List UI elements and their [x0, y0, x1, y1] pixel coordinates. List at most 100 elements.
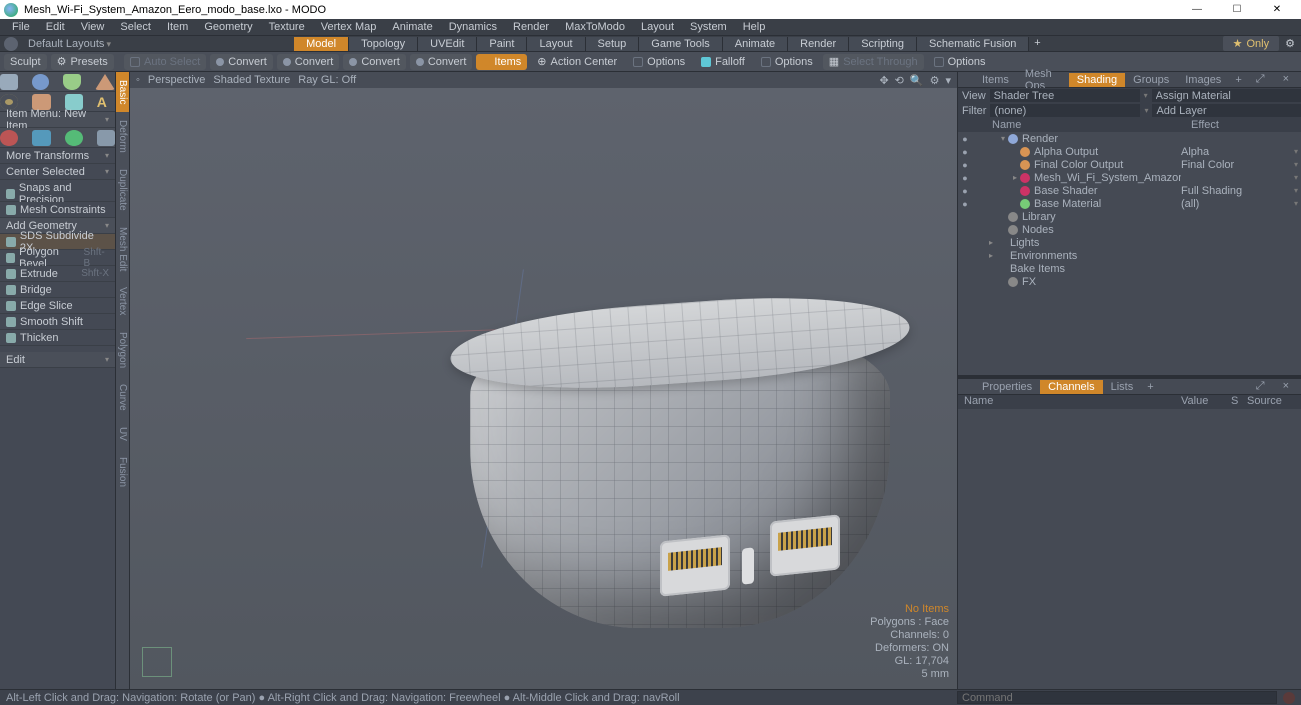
vtab-basic[interactable]: Basic	[116, 72, 129, 112]
add-layer[interactable]	[1152, 104, 1301, 117]
tree-row[interactable]: Bake Items	[958, 262, 1301, 275]
btab-lists[interactable]: Lists	[1103, 380, 1142, 394]
panel2-undock-icon[interactable]: ⤢	[1248, 379, 1273, 394]
tab-render[interactable]: Render	[788, 37, 849, 51]
tab-scripting[interactable]: Scripting	[849, 37, 917, 51]
vtab-fusion[interactable]: Fusion	[116, 449, 129, 495]
polygon-bevel[interactable]: Polygon BevelShft-B	[0, 250, 115, 266]
menu-edit[interactable]: Edit	[38, 21, 73, 33]
panel2-close-icon[interactable]: ×	[1275, 379, 1297, 394]
vp-raygl[interactable]: Ray GL: Off	[298, 74, 356, 86]
settings-gear-icon[interactable]: ⚙	[1285, 37, 1295, 50]
menu-layout[interactable]: Layout	[633, 21, 682, 33]
select-through[interactable]: ▦Select Through	[823, 54, 924, 70]
menu-render[interactable]: Render	[505, 21, 557, 33]
action-center[interactable]: ⊕Action Center	[531, 54, 623, 70]
sculpt-button[interactable]: Sculpt	[4, 54, 47, 70]
menu-item[interactable]: Item	[159, 21, 196, 33]
item-menu[interactable]: Item Menu: New Item▾	[0, 112, 115, 128]
rtab-items[interactable]: Items	[974, 73, 1017, 87]
menu-texture[interactable]: Texture	[261, 21, 313, 33]
menu-vertexmap[interactable]: Vertex Map	[313, 21, 385, 33]
falloff[interactable]: Falloff	[695, 54, 751, 70]
convert-2[interactable]: Convert	[277, 54, 340, 70]
edit-dropdown[interactable]: Edit▾	[0, 352, 115, 368]
default-layouts[interactable]: Default Layouts▾	[22, 38, 117, 50]
channels-body[interactable]	[958, 409, 1301, 689]
vp-zoom-icon[interactable]: 🔍	[910, 74, 924, 87]
mesh-constraints[interactable]: Mesh Constraints	[0, 202, 115, 218]
vp-gear-icon[interactable]: ⚙	[930, 74, 940, 87]
menu-view[interactable]: View	[73, 21, 113, 33]
rtab-shading[interactable]: Shading	[1069, 73, 1125, 87]
vtab-polygon[interactable]: Polygon	[116, 324, 129, 376]
vtab-duplicate[interactable]: Duplicate	[116, 161, 129, 219]
tool-icon-2[interactable]	[32, 130, 50, 146]
thicken[interactable]: Thicken	[0, 330, 115, 346]
tab-model[interactable]: Model	[294, 37, 349, 51]
menu-select[interactable]: Select	[112, 21, 159, 33]
convert-4[interactable]: Convert	[410, 54, 473, 70]
vp-perspective[interactable]: Perspective	[148, 74, 205, 86]
rtab-add[interactable]: +	[1229, 73, 1247, 87]
convert-3[interactable]: Convert	[343, 54, 406, 70]
menu-system[interactable]: System	[682, 21, 735, 33]
tree-row[interactable]: ●Base Material(all)▾	[958, 197, 1301, 210]
tree-row[interactable]: ●▸Mesh_Wi_Fi_System_Amazon_Eero (3) (Ite…	[958, 171, 1301, 184]
tab-animate[interactable]: Animate	[723, 37, 788, 51]
close-button[interactable]: ✕	[1257, 4, 1297, 15]
menu-file[interactable]: File	[4, 21, 38, 33]
vtab-vertex[interactable]: Vertex	[116, 279, 129, 323]
bridge[interactable]: Bridge	[0, 282, 115, 298]
options-1[interactable]: Options	[627, 54, 691, 70]
tab-schematic[interactable]: Schematic Fusion	[917, 37, 1029, 51]
menu-animate[interactable]: Animate	[384, 21, 440, 33]
rtab-images[interactable]: Images	[1177, 73, 1229, 87]
vtab-curve[interactable]: Curve	[116, 376, 129, 419]
record-icon[interactable]	[1283, 692, 1295, 704]
extrude[interactable]: ExtrudeShft-X	[0, 266, 115, 282]
menu-maxtomodo[interactable]: MaxToModo	[557, 21, 633, 33]
assign-material[interactable]	[1152, 89, 1301, 102]
more-transforms[interactable]: More Transforms▾	[0, 148, 115, 164]
convert-1[interactable]: Convert	[210, 54, 273, 70]
items-button[interactable]: Items	[476, 54, 527, 70]
sphere-icon[interactable]	[32, 74, 50, 90]
btab-channels[interactable]: Channels	[1040, 380, 1102, 394]
tool-icon-1[interactable]	[0, 130, 18, 146]
cube-icon[interactable]	[0, 74, 18, 90]
panel-undock-icon[interactable]: ⤢	[1248, 72, 1273, 87]
options-3[interactable]: Options	[928, 54, 992, 70]
cone-icon[interactable]	[95, 74, 115, 90]
cylinder-icon[interactable]	[63, 74, 81, 90]
only-button[interactable]: Only	[1223, 36, 1280, 51]
maximize-button[interactable]: ☐	[1217, 4, 1257, 15]
tree-row[interactable]: ●▾Render	[958, 132, 1301, 145]
tab-gametools[interactable]: Game Tools	[639, 37, 723, 51]
rtab-groups[interactable]: Groups	[1125, 73, 1177, 87]
filter-select[interactable]	[990, 104, 1140, 117]
tree-row[interactable]: Library	[958, 210, 1301, 223]
vtab-deform[interactable]: Deform	[116, 112, 129, 161]
tree-row[interactable]: ●Alpha OutputAlpha▾	[958, 145, 1301, 158]
tree-row[interactable]: ▸Lights	[958, 236, 1301, 249]
tree-row[interactable]: ▸Environments	[958, 249, 1301, 262]
vp-rotate-icon[interactable]: ⟲	[895, 74, 904, 87]
tool-icon-4[interactable]	[97, 130, 115, 146]
add-tab-button[interactable]: +	[1029, 37, 1045, 51]
tab-topology[interactable]: Topology	[349, 37, 418, 51]
vp-shaded[interactable]: Shaded Texture	[213, 74, 290, 86]
tree-row[interactable]: Nodes	[958, 223, 1301, 236]
snaps-precision[interactable]: Snaps and Precision	[0, 186, 115, 202]
tree-row[interactable]: ●Base ShaderFull Shading▾	[958, 184, 1301, 197]
vp-max-icon[interactable]: ▾	[945, 74, 951, 87]
menu-help[interactable]: Help	[735, 21, 774, 33]
btab-properties[interactable]: Properties	[974, 380, 1040, 394]
viewport-canvas[interactable]: No Items Polygons : Face Channels: 0 Def…	[130, 88, 957, 689]
options-2[interactable]: Options	[755, 54, 819, 70]
panel-close-icon[interactable]: ×	[1275, 72, 1297, 87]
tab-layout[interactable]: Layout	[527, 37, 585, 51]
btab-add[interactable]: +	[1141, 380, 1159, 394]
center-selected[interactable]: Center Selected▾	[0, 164, 115, 180]
vtab-meshedit[interactable]: Mesh Edit	[116, 219, 129, 279]
